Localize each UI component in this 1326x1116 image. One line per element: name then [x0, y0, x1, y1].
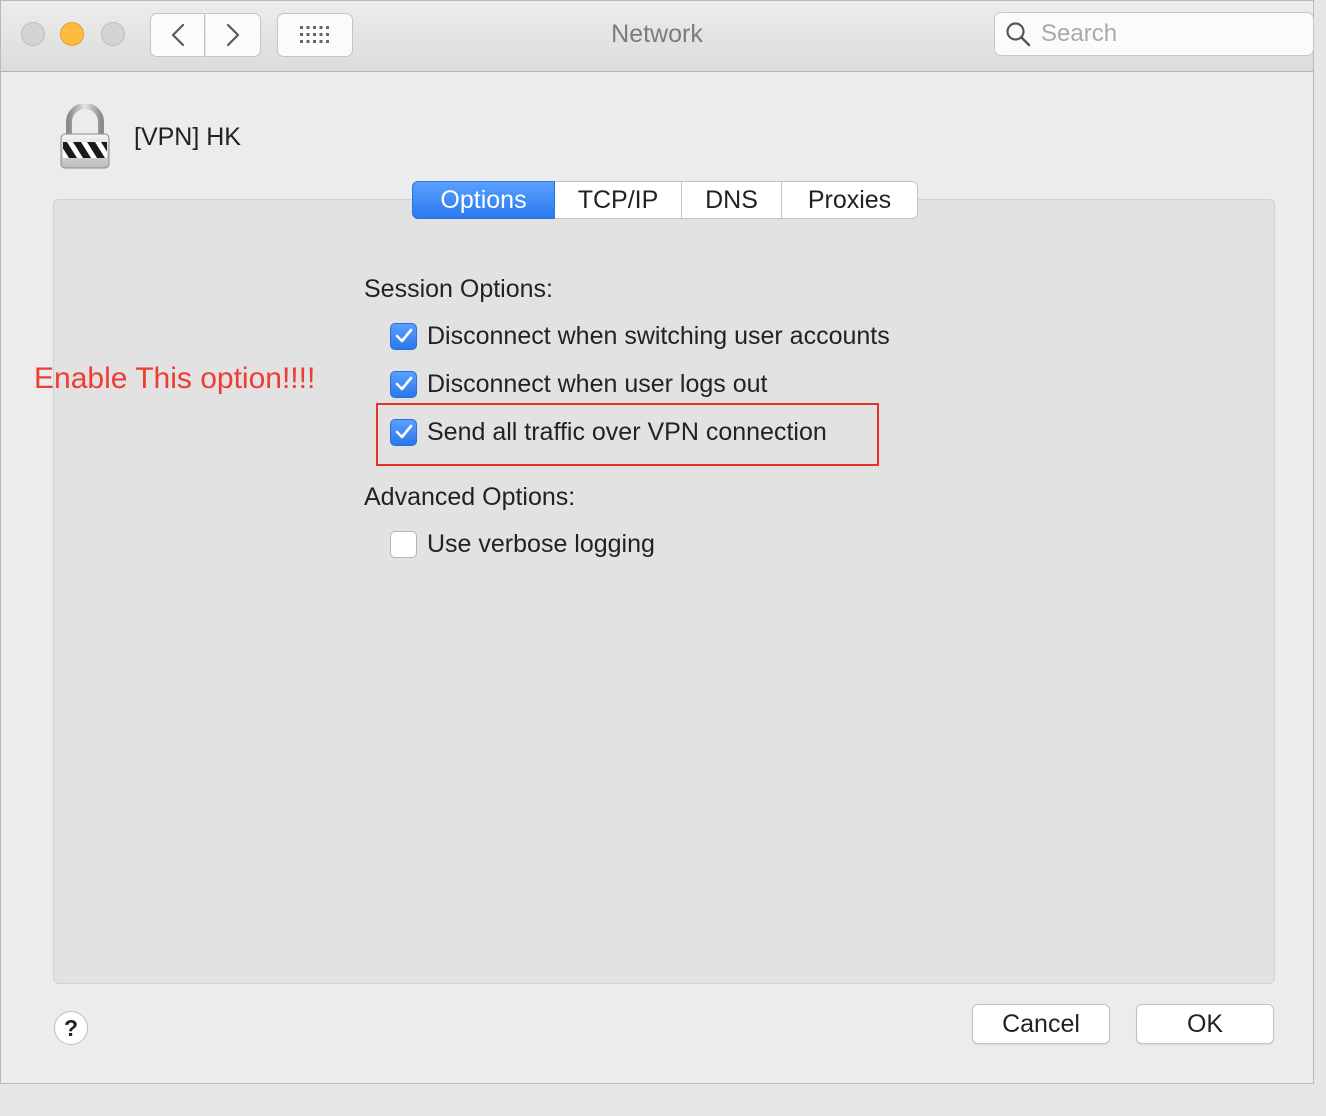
search-field[interactable] [994, 12, 1314, 56]
tab-options[interactable]: Options [412, 181, 555, 219]
tab-bar: Options TCP/IP DNS Proxies [412, 181, 918, 219]
advanced-options-heading: Advanced Options: [364, 483, 576, 511]
annotation-text: Enable This option!!!! [34, 362, 316, 395]
tab-dns[interactable]: DNS [682, 181, 782, 219]
session-options-heading: Session Options: [364, 275, 553, 303]
annotation-highlight-box [376, 403, 879, 466]
connection-name: [VPN] HK [134, 123, 241, 151]
option-label: Disconnect when user logs out [427, 369, 768, 398]
checkbox-checked[interactable] [390, 322, 417, 350]
option-disconnect-switching-users[interactable]: Disconnect when switching user accounts [390, 322, 890, 350]
network-preferences-window: Network Search [VPN] HK Options TCP/IP D… [0, 0, 1314, 1084]
option-label: Use verbose logging [427, 529, 655, 558]
title-bar: Network [1, 1, 1314, 72]
help-button[interactable]: ? [54, 1011, 88, 1045]
ok-button[interactable]: OK [1136, 1004, 1274, 1044]
options-panel [53, 199, 1275, 984]
cancel-button[interactable]: Cancel [972, 1004, 1110, 1044]
tab-proxies[interactable]: Proxies [782, 181, 918, 219]
checkmark-icon [395, 328, 412, 343]
vpn-lock-icon [59, 103, 111, 170]
search-input[interactable] [1041, 20, 1291, 48]
search-icon [1005, 21, 1031, 47]
option-disconnect-logout[interactable]: Disconnect when user logs out [390, 370, 767, 398]
checkbox-checked[interactable] [390, 370, 417, 398]
checkmark-icon [395, 376, 412, 391]
option-label: Disconnect when switching user accounts [427, 321, 890, 350]
checkbox-unchecked[interactable] [390, 530, 417, 558]
tab-tcp-ip[interactable]: TCP/IP [555, 181, 682, 219]
option-verbose-logging[interactable]: Use verbose logging [390, 530, 655, 558]
